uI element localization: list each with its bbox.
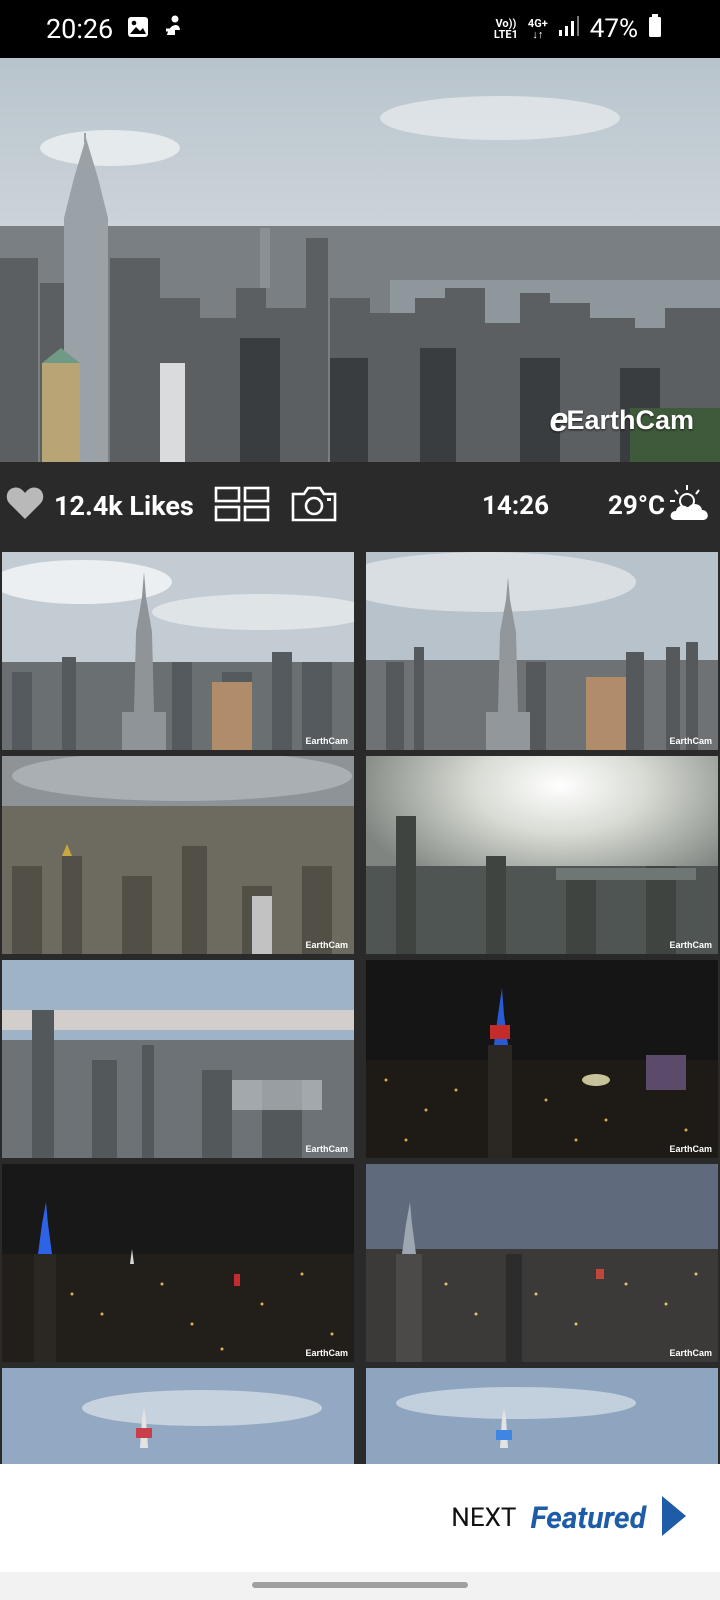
camera-thumbnail[interactable]: EarthCam bbox=[2, 756, 354, 954]
earthcam-logo: EarthCam bbox=[669, 1348, 712, 1358]
thumbnail-image bbox=[2, 960, 354, 1158]
status-right: Vo)) LTE1 4G+ ↓↑ 47% bbox=[493, 13, 662, 45]
next-label: NEXT bbox=[451, 1503, 517, 1533]
camera-thumbnail[interactable]: EarthCam bbox=[2, 960, 354, 1158]
status-time: 20:26 bbox=[46, 13, 114, 45]
battery-level: 47% bbox=[589, 14, 638, 44]
partly-cloudy-icon bbox=[665, 483, 713, 530]
earthcam-logo: EarthCam bbox=[669, 736, 712, 746]
thumbnail-image bbox=[366, 1164, 718, 1362]
camera-thumbnail[interactable]: EarthCam bbox=[366, 960, 718, 1158]
heart-icon bbox=[6, 486, 44, 527]
network-indicator: 4G+ ↓↑ bbox=[527, 17, 548, 41]
camera-thumbnail[interactable] bbox=[2, 1368, 354, 1464]
earthcam-logo: EarthCam bbox=[305, 1144, 348, 1154]
thumbnail-image bbox=[366, 552, 718, 750]
image-icon bbox=[127, 13, 149, 45]
status-left: 20:26 bbox=[46, 13, 185, 45]
earthcam-logo: EarthCam bbox=[669, 940, 712, 950]
camera-thumbnail[interactable]: EarthCam bbox=[2, 1164, 354, 1362]
camera-icon[interactable] bbox=[290, 485, 338, 527]
action-bar: 12.4k Likes 14:26 29°C bbox=[0, 462, 720, 550]
thumbnail-image bbox=[2, 756, 354, 954]
local-time: 14:26 bbox=[482, 491, 549, 521]
battery-icon bbox=[648, 13, 662, 45]
thumbnail-image bbox=[2, 552, 354, 750]
volte-indicator: Vo)) LTE1 bbox=[493, 17, 518, 41]
thumbnail-image bbox=[366, 960, 718, 1158]
status-bar: 20:26 Vo)) LTE1 4G+ ↓↑ 47% bbox=[0, 0, 720, 58]
thumbnail-image bbox=[366, 756, 718, 954]
like-button[interactable]: 12.4k Likes bbox=[6, 486, 194, 527]
camera-thumbnail[interactable]: EarthCam bbox=[366, 552, 718, 750]
camera-thumbnail[interactable]: EarthCam bbox=[366, 1164, 718, 1362]
temperature: 29°C bbox=[608, 491, 665, 521]
thumbnail-image bbox=[366, 1368, 718, 1464]
thumbnail-image bbox=[2, 1368, 354, 1464]
camera-thumbnail[interactable] bbox=[366, 1368, 718, 1464]
play-arrow-icon[interactable] bbox=[660, 1494, 688, 1542]
thumbnail-image bbox=[2, 1164, 354, 1362]
app-notification-icon bbox=[163, 13, 185, 45]
earthcam-logo: EarthCam bbox=[669, 1144, 712, 1154]
earthcam-logo: EarthCam bbox=[305, 736, 348, 746]
camera-thumbnail[interactable]: EarthCam bbox=[366, 756, 718, 954]
live-camera-view[interactable]: e EarthCam bbox=[0, 58, 720, 462]
likes-count: 12.4k Likes bbox=[54, 490, 194, 522]
camera-grid: EarthCam EarthCam EarthCam EarthCam Eart… bbox=[0, 550, 720, 1464]
navigation-bar bbox=[0, 1572, 720, 1600]
camera-thumbnail[interactable]: EarthCam bbox=[2, 552, 354, 750]
grid-view-icon[interactable] bbox=[214, 486, 270, 526]
home-indicator[interactable] bbox=[252, 1582, 468, 1588]
earthcam-logo: EarthCam bbox=[305, 940, 348, 950]
earthcam-logo: e EarthCam bbox=[549, 401, 694, 439]
weather: 29°C bbox=[608, 483, 713, 530]
signal-icon bbox=[558, 14, 580, 44]
next-featured-bar[interactable]: NEXT Featured bbox=[0, 1464, 720, 1572]
featured-label: Featured bbox=[530, 1500, 646, 1536]
earthcam-logo: EarthCam bbox=[305, 1348, 348, 1358]
